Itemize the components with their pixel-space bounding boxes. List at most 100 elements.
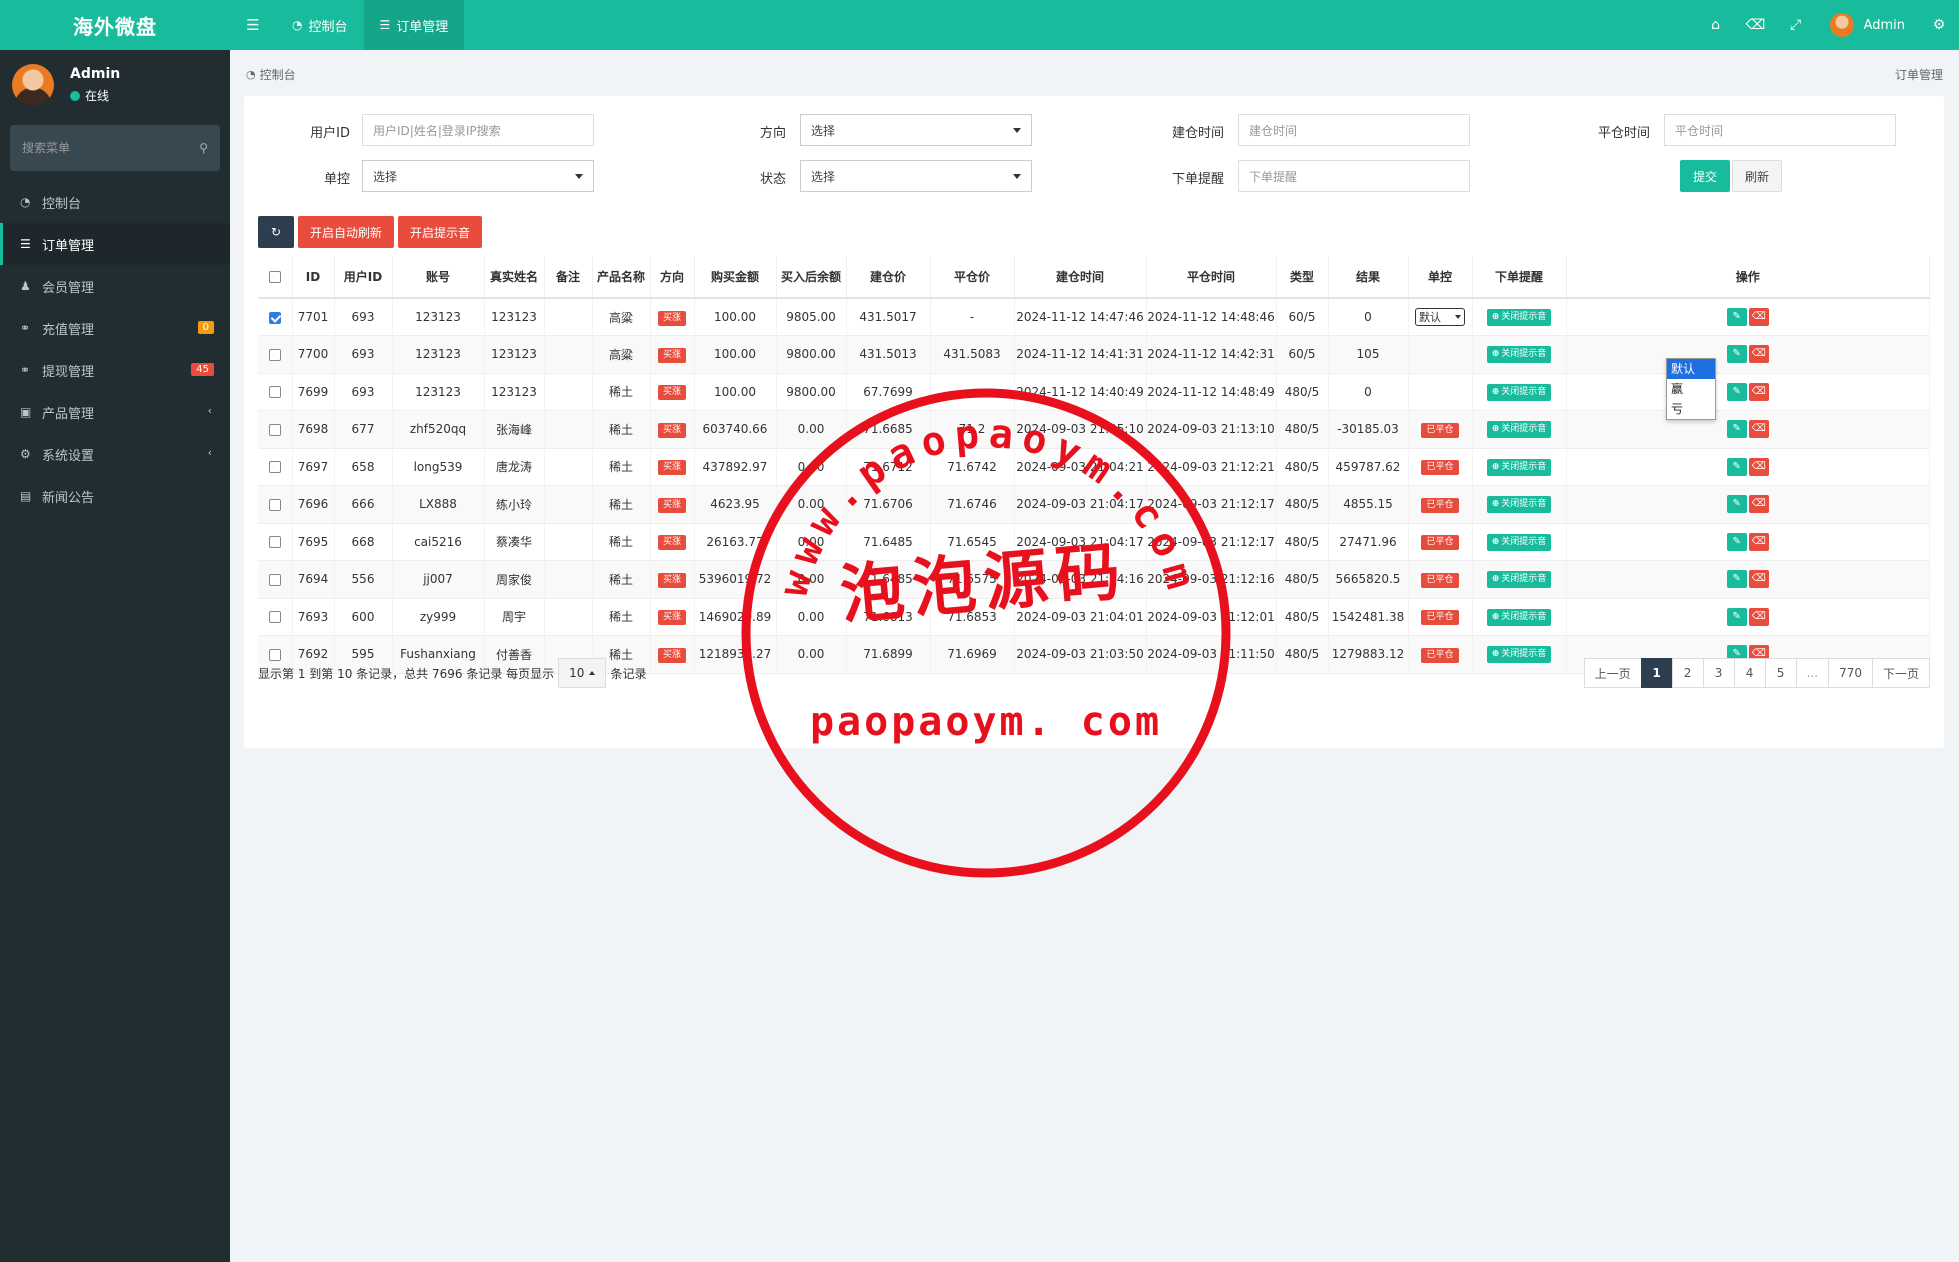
page-3-button[interactable]: 3 xyxy=(1702,658,1735,688)
tab-dashboard[interactable]: ◔ 控制台 xyxy=(276,0,364,50)
sidebar-item-members[interactable]: ♟ 会员管理 xyxy=(0,265,230,307)
edit-button[interactable]: ✎ xyxy=(1726,532,1747,551)
delete-button[interactable]: ⌫ xyxy=(1748,382,1769,401)
user-id-input[interactable]: 用户ID|姓名|登录IP搜索 xyxy=(362,114,594,146)
fullscreen-icon[interactable]: ⤢ xyxy=(1776,17,1816,33)
close-alert-button[interactable]: ⊕ 关闭提示音 xyxy=(1486,646,1552,664)
col-header[interactable]: 购买金额 xyxy=(694,256,777,299)
sidebar-item-orders[interactable]: ☰ 订单管理 xyxy=(0,223,230,265)
edit-button[interactable]: ✎ xyxy=(1726,420,1747,439)
page-4-button[interactable]: 4 xyxy=(1733,658,1766,688)
delete-button[interactable]: ⌫ xyxy=(1748,457,1769,476)
delete-button[interactable]: ⌫ xyxy=(1748,308,1769,326)
submit-button[interactable]: 提交 xyxy=(1680,160,1730,192)
open-time-input[interactable]: 建仓时间 xyxy=(1238,114,1470,146)
cogs-icon[interactable]: ⚙ xyxy=(1919,17,1959,33)
breadcrumb-home[interactable]: 控制台 xyxy=(260,66,296,83)
close-alert-button[interactable]: ⊕ 关闭提示音 xyxy=(1486,421,1552,439)
close-alert-button[interactable]: ⊕ 关闭提示音 xyxy=(1486,458,1552,476)
page-1-button[interactable]: 1 xyxy=(1640,658,1673,688)
close-alert-button[interactable]: ⊕ 关闭提示音 xyxy=(1486,383,1552,401)
close-alert-button[interactable]: ⊕ 关闭提示音 xyxy=(1486,309,1552,326)
direction-select[interactable]: 选择 xyxy=(800,114,1032,146)
edit-button[interactable]: ✎ xyxy=(1726,382,1747,401)
edit-button[interactable]: ✎ xyxy=(1726,345,1747,364)
row-checkbox[interactable] xyxy=(268,573,281,586)
close-alert-button[interactable]: ⊕ 关闭提示音 xyxy=(1486,608,1552,626)
col-header[interactable]: ID xyxy=(292,256,335,299)
col-header[interactable]: 平仓价 xyxy=(930,256,1015,299)
topbar-user-menu[interactable]: Admin xyxy=(1816,13,1919,37)
col-header[interactable]: 真实姓名 xyxy=(484,256,545,299)
row-checkbox[interactable] xyxy=(268,536,281,549)
col-header[interactable]: 账号 xyxy=(392,256,485,299)
col-header[interactable]: 备注 xyxy=(544,256,593,299)
col-header[interactable]: 产品名称 xyxy=(592,256,651,299)
row-checkbox[interactable] xyxy=(268,311,281,324)
col-header[interactable]: 买入后余额 xyxy=(776,256,847,299)
app-logo[interactable]: 海外微盘 xyxy=(0,0,230,50)
sidebar-item-products[interactable]: ▣ 产品管理 ‹ xyxy=(0,391,230,433)
delete-button[interactable]: ⌫ xyxy=(1748,495,1769,514)
menu-search-input[interactable] xyxy=(22,141,182,155)
col-header[interactable]: 操作 xyxy=(1566,256,1930,299)
col-header[interactable]: 方向 xyxy=(650,256,695,299)
delete-button[interactable]: ⌫ xyxy=(1748,570,1769,589)
auto-refresh-button[interactable]: 开启自动刷新 xyxy=(298,216,395,248)
delete-button[interactable]: ⌫ xyxy=(1748,532,1769,551)
sidebar-item-withdraw[interactable]: ⚭ 提现管理 45 xyxy=(0,349,230,391)
menu-toggle-icon[interactable]: ☰ xyxy=(230,0,276,50)
row-checkbox[interactable] xyxy=(268,611,281,624)
delete-button[interactable]: ⌫ xyxy=(1748,607,1769,626)
tab-orders[interactable]: ☰ 订单管理 xyxy=(363,0,465,50)
col-header[interactable]: 结果 xyxy=(1328,256,1409,299)
edit-button[interactable]: ✎ xyxy=(1726,308,1747,326)
next-page-button[interactable]: 下一页 xyxy=(1871,658,1930,688)
home-icon[interactable]: ⌂ xyxy=(1696,17,1736,33)
page-size-select[interactable]: 10 xyxy=(558,658,607,688)
close-alert-button[interactable]: ⊕ 关闭提示音 xyxy=(1486,346,1552,364)
col-header[interactable]: 建仓时间 xyxy=(1014,256,1147,299)
refresh-button[interactable]: 刷新 xyxy=(1732,160,1782,192)
single-control-select[interactable]: 选择 xyxy=(362,160,594,192)
control-option-lose[interactable]: 亏 xyxy=(1667,399,1715,419)
row-checkbox[interactable] xyxy=(268,386,281,399)
col-header[interactable]: 建仓价 xyxy=(846,256,931,299)
reload-button[interactable]: ↻ xyxy=(258,216,294,248)
page-2-button[interactable]: 2 xyxy=(1671,658,1704,688)
sidebar-item-recharge[interactable]: ⚭ 充值管理 0 xyxy=(0,307,230,349)
close-time-input[interactable]: 平仓时间 xyxy=(1664,114,1896,146)
delete-button[interactable]: ⌫ xyxy=(1748,420,1769,439)
page-770-button[interactable]: 770 xyxy=(1828,658,1873,688)
order-alert-input[interactable]: 下单提醒 xyxy=(1238,160,1470,192)
edit-button[interactable]: ✎ xyxy=(1726,457,1747,476)
edit-button[interactable]: ✎ xyxy=(1726,495,1747,514)
edit-button[interactable]: ✎ xyxy=(1726,570,1747,589)
page-5-button[interactable]: 5 xyxy=(1764,658,1797,688)
sound-alert-button[interactable]: 开启提示音 xyxy=(398,216,483,248)
col-header[interactable]: 类型 xyxy=(1276,256,1329,299)
control-option-win[interactable]: 赢 xyxy=(1667,379,1715,399)
edit-button[interactable]: ✎ xyxy=(1726,607,1747,626)
row-checkbox[interactable] xyxy=(268,348,281,361)
status-select[interactable]: 选择 xyxy=(800,160,1032,192)
row-checkbox[interactable] xyxy=(268,423,281,436)
row-checkbox[interactable] xyxy=(268,498,281,511)
close-alert-button[interactable]: ⊕ 关闭提示音 xyxy=(1486,496,1552,514)
search-icon[interactable]: ⚲ xyxy=(199,141,208,155)
col-header[interactable]: 单控 xyxy=(1408,256,1473,299)
close-alert-button[interactable]: ⊕ 关闭提示音 xyxy=(1486,571,1552,589)
control-select[interactable]: 默认 xyxy=(1415,308,1465,326)
col-header[interactable]: 平仓时间 xyxy=(1146,256,1277,299)
select-all-checkbox[interactable] xyxy=(268,271,281,283)
col-header[interactable]: 下单提醒 xyxy=(1472,256,1567,299)
delete-button[interactable]: ⌫ xyxy=(1748,345,1769,364)
prev-page-button[interactable]: 上一页 xyxy=(1583,658,1642,688)
row-checkbox[interactable] xyxy=(268,461,281,474)
trash-icon[interactable]: ⌫ xyxy=(1736,17,1776,33)
close-alert-button[interactable]: ⊕ 关闭提示音 xyxy=(1486,533,1552,551)
sidebar-item-news[interactable]: ▤ 新闻公告 xyxy=(0,475,230,517)
sidebar-item-settings[interactable]: ⚙ 系统设置 ‹ xyxy=(0,433,230,475)
control-option-default[interactable]: 默认 xyxy=(1667,359,1715,379)
sidebar-item-dashboard[interactable]: ◔ 控制台 xyxy=(0,181,230,223)
